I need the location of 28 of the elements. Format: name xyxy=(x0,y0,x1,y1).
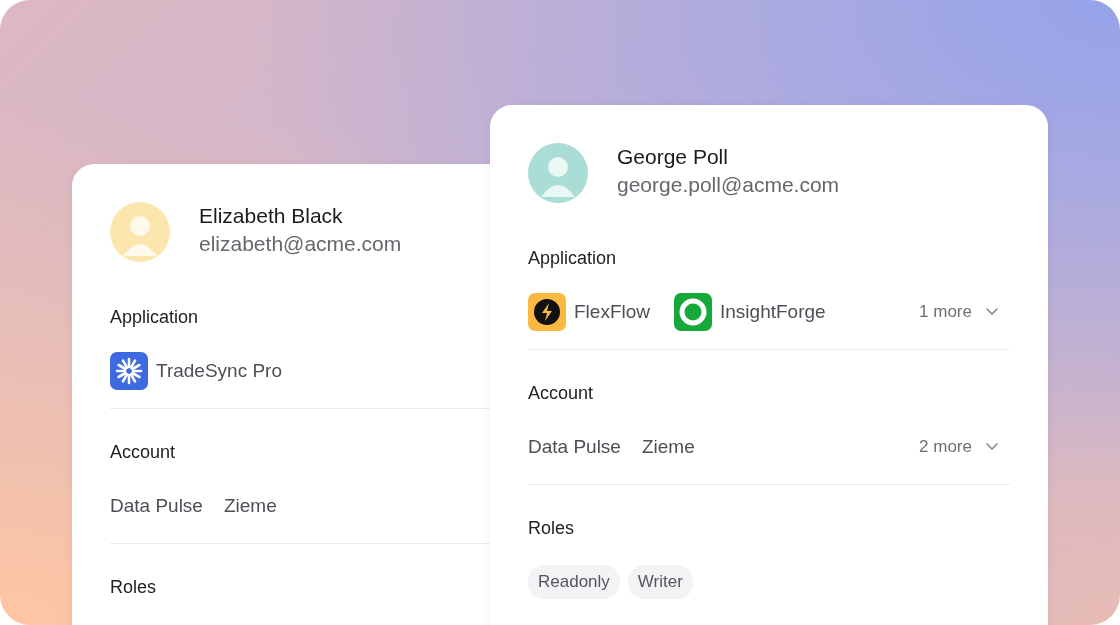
user-name: Elizabeth Black xyxy=(199,203,344,229)
account-name: Data Pulse xyxy=(110,493,203,518)
more-toggle[interactable]: 2 more xyxy=(919,434,998,460)
account-name: Zieme xyxy=(641,434,695,459)
avatar-placeholder xyxy=(528,143,588,203)
account-name: Data Pulse xyxy=(528,434,621,459)
ring-icon xyxy=(674,293,712,331)
section-label: Account xyxy=(528,382,595,405)
asterisk-icon xyxy=(110,352,148,390)
more-toggle[interactable]: 1 more xyxy=(919,299,998,325)
section-label: Application xyxy=(110,306,200,329)
bolt-icon xyxy=(528,293,566,331)
section-label: Roles xyxy=(110,576,158,599)
role-tag: Writer xyxy=(627,565,693,599)
section-label: Account xyxy=(110,441,177,464)
section-label: Roles xyxy=(528,517,576,540)
app-name: InsightForge xyxy=(720,299,826,324)
user-name: George Poll xyxy=(617,144,729,170)
role-tag: Readonly xyxy=(528,565,620,599)
user-email: george.poll@acme.com xyxy=(617,172,840,198)
avatar-placeholder xyxy=(110,202,170,262)
section-label: Application xyxy=(528,247,618,270)
app-name: FlexFlow xyxy=(574,299,650,324)
app-name: TradeSync Pro xyxy=(156,358,282,383)
account-name: Zieme xyxy=(223,493,277,518)
chevron-down-icon xyxy=(986,443,998,451)
chevron-down-icon xyxy=(986,308,998,316)
user-email: elizabeth@acme.com xyxy=(199,231,402,257)
